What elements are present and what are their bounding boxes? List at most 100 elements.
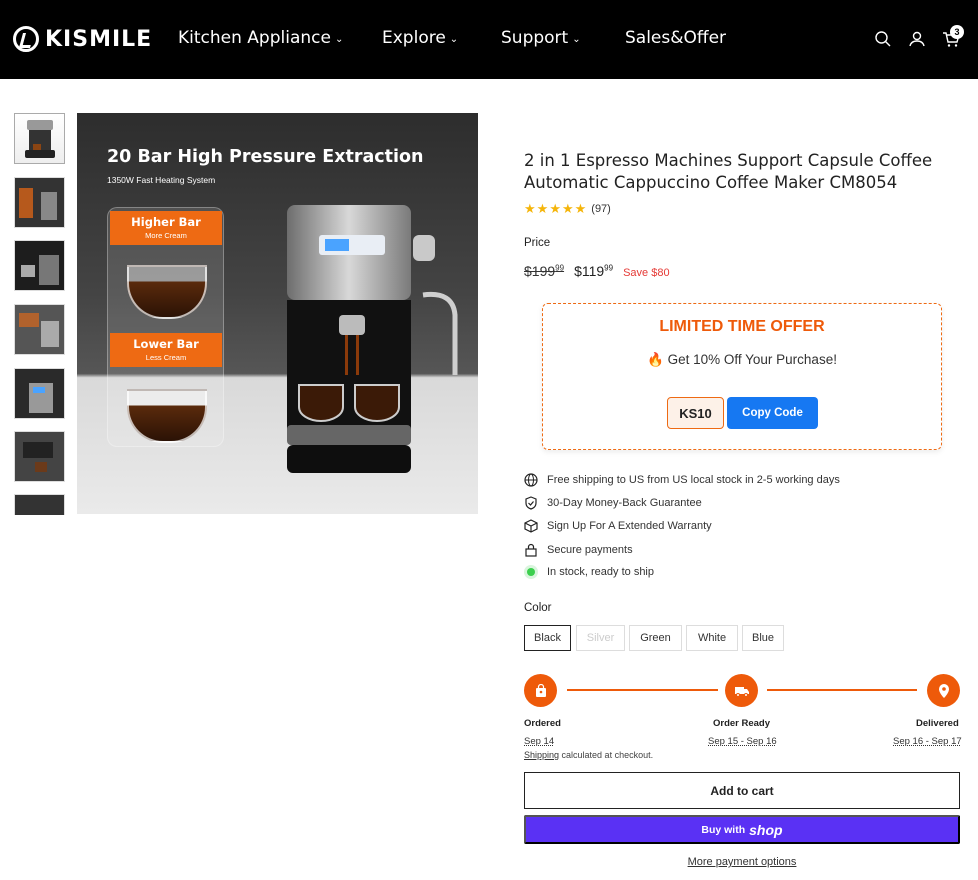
thumbnail-2[interactable] xyxy=(14,177,65,228)
color-option-blue[interactable]: Blue xyxy=(742,625,784,651)
thumbnail-image-icon xyxy=(29,383,53,413)
search-icon[interactable] xyxy=(874,30,892,48)
price-row: $19999 $11999 Save $80 xyxy=(524,263,670,279)
nav-label: Kitchen Appliance xyxy=(178,28,331,48)
nav-explore[interactable]: Explore ⌄ xyxy=(382,28,458,48)
in-stock-dot-icon xyxy=(527,568,535,576)
globe-icon xyxy=(524,473,538,487)
ordered-step-icon xyxy=(524,674,557,707)
thumbnail-image-icon xyxy=(21,255,59,285)
nav-sales-offer[interactable]: Sales&Offer xyxy=(625,28,726,48)
product-title: 2 in 1 Espresso Machines Support Capsule… xyxy=(524,151,933,192)
color-option-green[interactable]: Green xyxy=(629,625,682,651)
logo[interactable]: KISMILE xyxy=(13,26,152,52)
nav-label: Explore xyxy=(382,28,446,48)
coupon-code: KS10 xyxy=(667,397,724,429)
offer-subtitle: 🔥 Get 10% Off Your Purchase! xyxy=(647,352,837,367)
logo-text: KISMILE xyxy=(45,26,153,52)
price-label: Price xyxy=(524,237,551,249)
image-subline: 1350W Fast Heating System xyxy=(107,175,216,185)
steam-wand-illustration xyxy=(413,235,458,375)
rating-count: (97) xyxy=(591,203,611,215)
step-date-delivered: Sep 16 - Sep 17 xyxy=(893,736,962,747)
feature-text: Free shipping to US from US local stock … xyxy=(547,474,840,486)
star-icon: ★ xyxy=(574,201,587,216)
limited-offer-box: LIMITED TIME OFFER 🔥 Get 10% Off Your Pu… xyxy=(542,303,942,450)
truck-icon xyxy=(734,686,749,697)
buy-with-label: Buy with xyxy=(701,823,746,836)
sale-price: $11999 xyxy=(574,263,613,279)
step-label-delivered: Delivered xyxy=(916,718,959,729)
site-header: KISMILE Kitchen Appliance ⌄ Explore ⌄ Supp… xyxy=(0,0,978,79)
original-price: $19999 xyxy=(524,263,564,279)
star-icon: ★ xyxy=(524,201,536,216)
chevron-down-icon: ⌄ xyxy=(334,34,344,45)
order-ready-step-icon xyxy=(725,674,758,707)
thumbnail-4[interactable] xyxy=(14,304,65,355)
logo-mark-icon xyxy=(13,26,39,52)
rating[interactable]: ★ ★ ★ ★ ★ (97) xyxy=(524,201,611,217)
feature-text: 30-Day Money-Back Guarantee xyxy=(547,497,702,509)
shop-logo: shop xyxy=(749,821,783,838)
step-label-ordered: Ordered xyxy=(524,718,561,729)
add-to-cart-button[interactable]: Add to cart xyxy=(524,772,960,809)
step-label-order-ready: Order Ready xyxy=(713,718,771,729)
feature-text: Secure payments xyxy=(547,544,633,556)
shipping-note: Shipping calculated at checkout. xyxy=(524,750,653,760)
thumbnail-7[interactable] xyxy=(14,494,65,515)
star-icon: ★ xyxy=(561,201,574,216)
cart-count-badge: 3 xyxy=(950,25,964,39)
chevron-down-icon: ⌄ xyxy=(572,34,581,45)
original-price-cents: 99 xyxy=(555,263,565,273)
nav-label: Support xyxy=(501,28,569,48)
thumbnail-machine-icon xyxy=(25,120,55,158)
sale-price-dollars: $119 xyxy=(574,263,605,279)
feature-money-back: 30-Day Money-Back Guarantee xyxy=(524,496,702,510)
thumbnail-3[interactable] xyxy=(14,240,65,291)
color-label: Color xyxy=(524,602,552,614)
box-icon xyxy=(524,519,538,533)
feature-warranty: Sign Up For A Extended Warranty xyxy=(524,519,712,533)
espresso-machine-illustration xyxy=(287,205,411,473)
nav-kitchen-appliance[interactable]: Kitchen Appliance ⌄ xyxy=(178,28,343,48)
offer-heading: LIMITED TIME OFFER xyxy=(659,318,825,335)
account-icon[interactable] xyxy=(908,30,926,48)
main-product-image: 20 Bar High Pressure Extraction 1350W Fa… xyxy=(77,113,478,514)
location-pin-icon xyxy=(938,683,949,698)
buy-with-shop-button[interactable]: Buy with shop xyxy=(524,815,960,844)
delivered-step-icon xyxy=(927,674,960,707)
more-payment-options-link[interactable]: More payment options xyxy=(524,856,960,868)
sale-price-cents: 99 xyxy=(604,263,614,273)
higher-bar-label: Higher Bar xyxy=(131,215,201,229)
thumbnail-5[interactable] xyxy=(14,368,65,419)
shield-check-icon xyxy=(525,496,537,510)
timeline-line xyxy=(567,689,718,691)
shipping-link[interactable]: Shipping xyxy=(524,750,559,760)
thumbnail-image-icon xyxy=(19,188,57,220)
timeline-line xyxy=(767,689,917,691)
nav-label: Sales&Offer xyxy=(625,28,727,48)
chevron-down-icon: ⌄ xyxy=(449,34,459,45)
nav-support[interactable]: Support ⌄ xyxy=(501,28,581,48)
color-option-white[interactable]: White xyxy=(686,625,738,651)
savings: Save $80 xyxy=(623,267,670,279)
shipping-note-text: calculated at checkout. xyxy=(559,750,654,760)
thumbnail-1[interactable] xyxy=(14,113,65,164)
thumbnail-6[interactable] xyxy=(14,431,65,482)
original-price-dollars: $199 xyxy=(524,263,556,279)
color-option-black[interactable]: Black xyxy=(524,625,571,651)
lock-icon xyxy=(525,543,537,557)
higher-bar-tag: Higher Bar More Cream xyxy=(110,211,222,245)
copy-code-button[interactable]: Copy Code xyxy=(727,397,818,429)
star-icon: ★ xyxy=(549,201,561,216)
shopping-bag-icon xyxy=(535,683,546,697)
lower-bar-tag: Lower Bar Less Cream xyxy=(110,333,222,367)
step-date-ordered: Sep 14 xyxy=(524,736,555,747)
color-option-silver[interactable]: Silver xyxy=(576,625,625,651)
feature-in-stock: In stock, ready to ship xyxy=(524,566,654,578)
image-headline: 20 Bar High Pressure Extraction xyxy=(107,147,424,167)
lower-bar-label: Lower Bar xyxy=(133,337,199,351)
feature-free-shipping: Free shipping to US from US local stock … xyxy=(524,473,840,487)
step-date-order-ready: Sep 15 - Sep 16 xyxy=(708,736,777,747)
higher-bar-sub: More Cream xyxy=(145,231,187,240)
